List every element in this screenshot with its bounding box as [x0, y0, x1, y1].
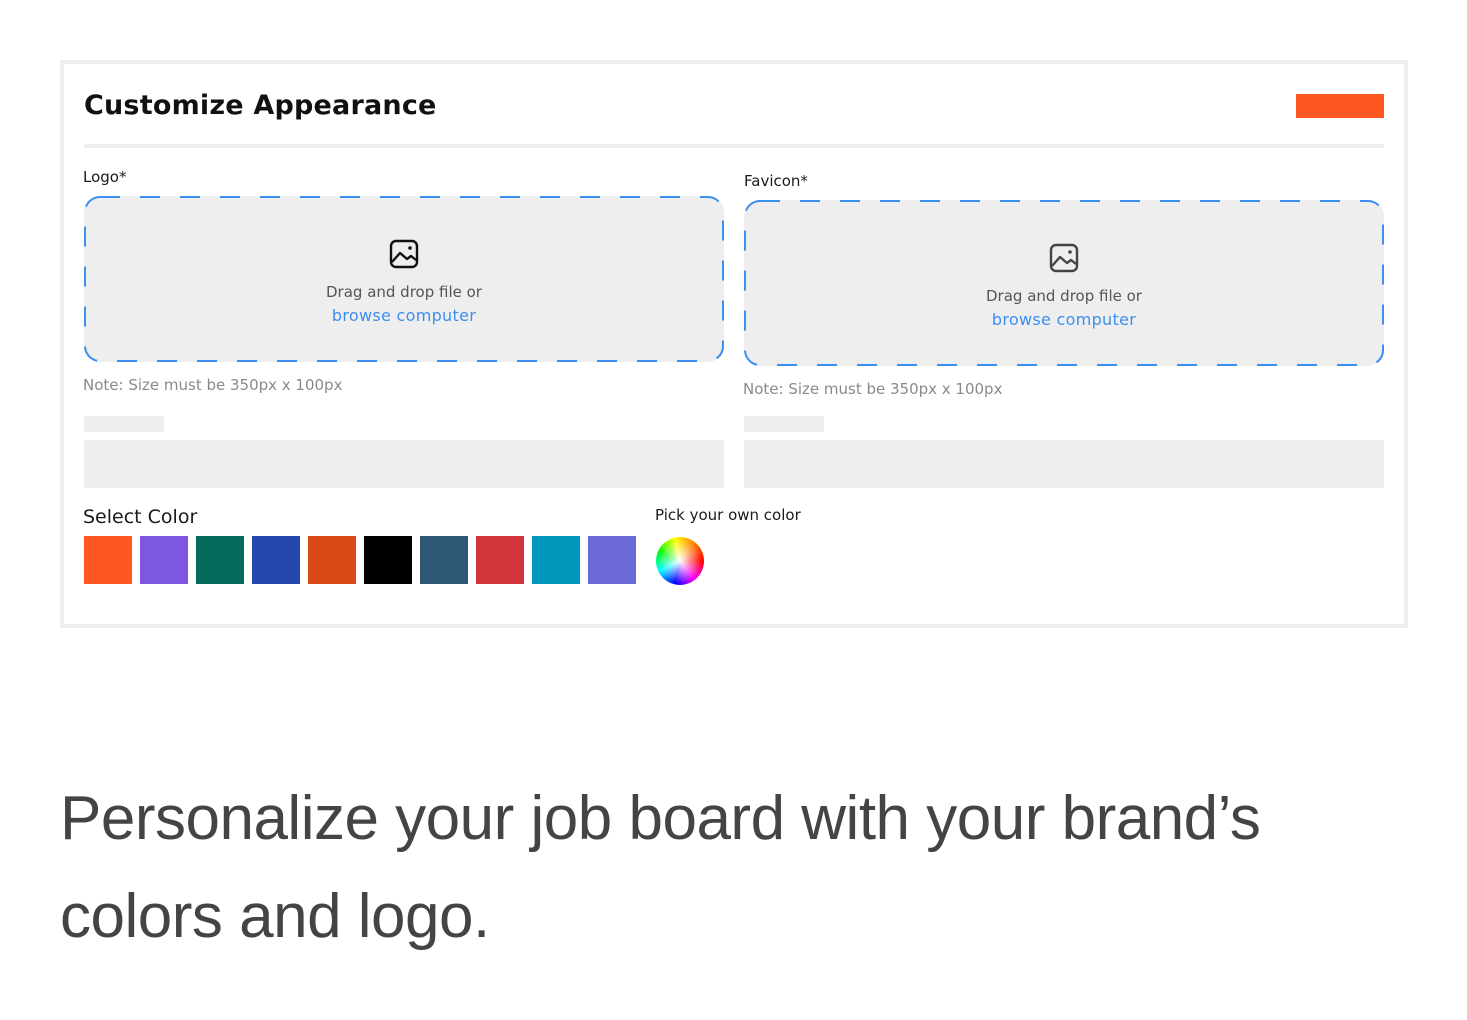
color-wheel-icon[interactable] — [656, 537, 704, 585]
browse-computer-link[interactable]: browse computer — [84, 304, 724, 328]
favicon-size-note: Note: Size must be 350px x 100px — [743, 380, 1003, 398]
color-swatch[interactable] — [476, 536, 524, 584]
color-swatch[interactable] — [308, 536, 356, 584]
color-swatch[interactable] — [196, 536, 244, 584]
logo-size-note: Note: Size must be 350px x 100px — [83, 376, 343, 394]
image-icon — [388, 238, 420, 270]
pick-own-color-label: Pick your own color — [655, 506, 801, 524]
customize-appearance-card: Customize Appearance Logo* Drag and drop… — [60, 60, 1408, 628]
favicon-dropzone[interactable]: Drag and drop file or browse computer — [744, 200, 1384, 366]
title-divider — [84, 144, 1384, 148]
color-swatch[interactable] — [84, 536, 132, 584]
image-icon — [1048, 242, 1080, 274]
placeholder-field — [744, 440, 1384, 488]
color-swatch[interactable] — [588, 536, 636, 584]
browse-computer-link[interactable]: browse computer — [744, 308, 1384, 332]
logo-label: Logo* — [83, 168, 127, 186]
tagline: Personalize your job board with your bra… — [60, 784, 1261, 951]
color-swatches — [84, 536, 636, 584]
favicon-label: Favicon* — [744, 172, 808, 190]
logo-dropzone[interactable]: Drag and drop file or browse computer — [84, 196, 724, 362]
dropzone-text: Drag and drop file or — [986, 287, 1142, 305]
color-swatch[interactable] — [140, 536, 188, 584]
page-title: Customize Appearance — [84, 90, 437, 121]
select-color-label: Select Color — [83, 506, 198, 528]
color-swatch[interactable] — [252, 536, 300, 584]
save-button[interactable] — [1296, 94, 1384, 118]
color-swatch[interactable] — [364, 536, 412, 584]
dropzone-text: Drag and drop file or — [326, 283, 482, 301]
placeholder-label — [744, 416, 824, 432]
color-swatch[interactable] — [420, 536, 468, 584]
placeholder-field — [84, 440, 724, 488]
color-swatch[interactable] — [532, 536, 580, 584]
placeholder-label — [84, 416, 164, 432]
